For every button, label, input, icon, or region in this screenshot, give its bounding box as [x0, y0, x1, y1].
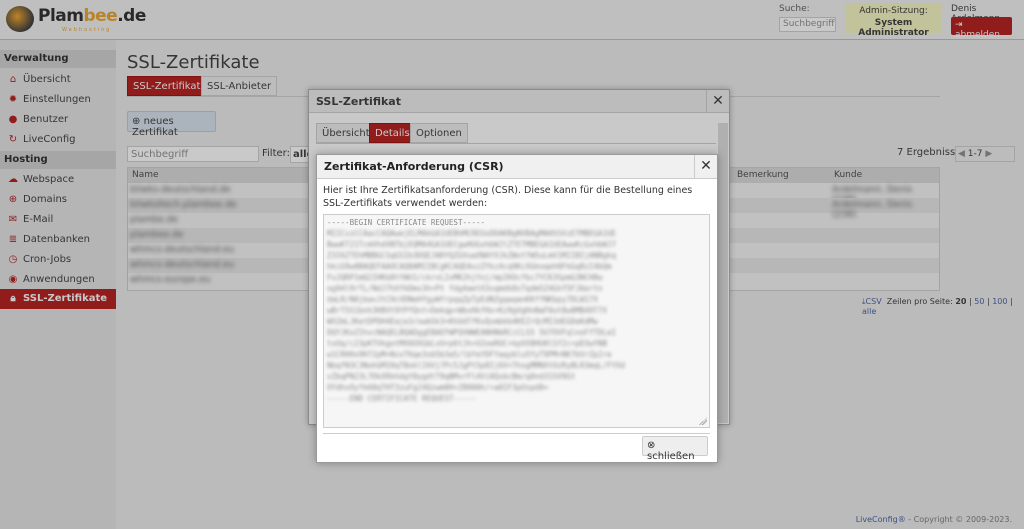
csr-intro: Hier ist Ihre Zertifikatsanforderung (CS…: [323, 185, 693, 209]
csr-dialog: Zertifikat-Anforderung (CSR) ✕ Hier ist …: [316, 154, 718, 463]
close-circle-icon: ⊗: [647, 440, 656, 451]
csr-end: -----END CERTIFICATE REQUEST-----: [327, 394, 477, 403]
csr-body: MIICvzCCAacCAQAwejELMAkGA1UEBhMCREUxDDAK…: [327, 229, 626, 392]
dialog-title: Zertifikat-Anforderung (CSR): [317, 155, 717, 179]
csr-textarea[interactable]: -----BEGIN CERTIFICATE REQUEST----- MIICv…: [323, 214, 710, 428]
close-label: schließen: [647, 451, 695, 462]
close-icon[interactable]: ✕: [694, 155, 717, 179]
csr-begin: -----BEGIN CERTIFICATE REQUEST-----: [327, 218, 486, 227]
resize-handle-icon[interactable]: [699, 417, 707, 425]
close-button[interactable]: ⊗ schließen: [642, 436, 708, 462]
divider: [323, 433, 710, 434]
